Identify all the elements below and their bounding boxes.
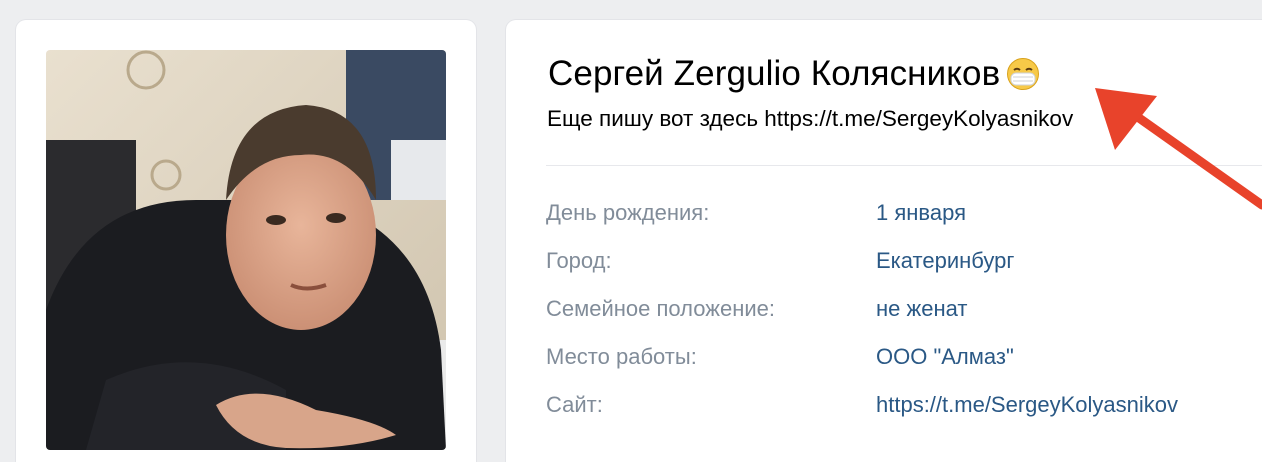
profile-name: Сергей Zergulio Колясников — [548, 54, 1001, 93]
birthday-label: День рождения: — [546, 200, 710, 225]
profile-status: Еще пишу вот здесь https://t.me/SergeyKo… — [547, 106, 1074, 131]
profile-photo[interactable] — [46, 50, 446, 450]
family-status-link[interactable]: не женат — [876, 296, 967, 322]
profile-header: Сергей Zergulio Колясников — [548, 54, 1040, 94]
site-label: Сайт: — [546, 392, 603, 417]
work-label: Место работы: — [546, 344, 697, 369]
site-link[interactable]: https://t.me/SergeyKolyasnikov — [876, 392, 1178, 418]
city-link[interactable]: Екатеринбург — [876, 248, 1014, 274]
annotation-arrow-icon — [1095, 88, 1262, 210]
city-label: Город: — [546, 248, 612, 273]
avatar-card — [16, 20, 476, 462]
profile-photo-image — [46, 50, 446, 450]
family-status-label: Семейное положение: — [546, 296, 775, 321]
mask-face-emoji-icon — [1006, 57, 1040, 91]
work-link[interactable]: ООО "Алмаз" — [876, 344, 1014, 370]
profile-page: Сергей Zergulio Колясников Еще пишу вот … — [0, 0, 1262, 462]
birthday-link[interactable]: 1 января — [876, 200, 966, 226]
